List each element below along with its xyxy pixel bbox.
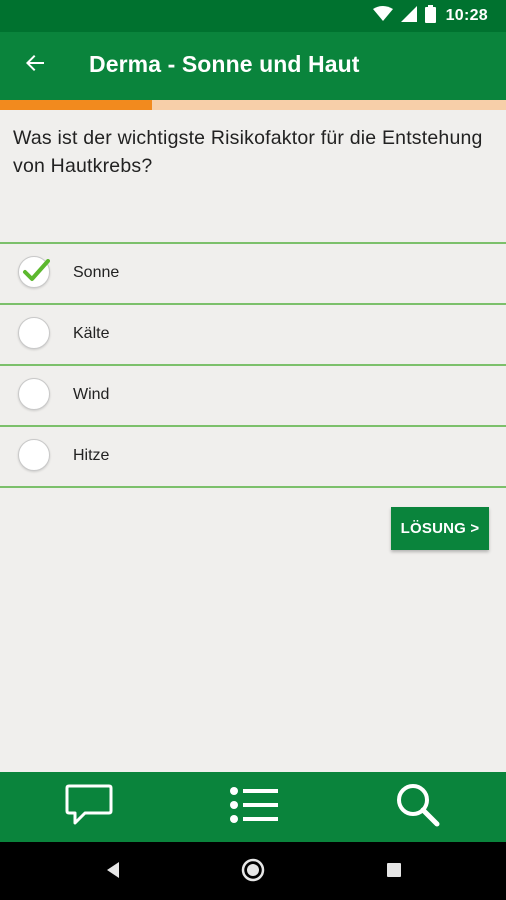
back-triangle-icon [105,861,121,884]
answer-label: Wind [73,386,110,403]
answer-label: Kälte [73,325,110,342]
answer-option[interactable]: Kälte [0,305,506,366]
answer-label: Hitze [73,447,110,464]
system-nav-bar [0,842,506,900]
recents-square-icon [386,862,402,883]
chat-icon [65,783,113,832]
bottom-nav [0,772,506,842]
signal-icon [400,5,417,27]
question-text: Was ist der wichtigste Risikofaktor für … [13,127,483,177]
answer-option[interactable]: Sonne [0,244,506,305]
system-home-button[interactable] [241,858,265,883]
arrow-left-icon [23,51,47,80]
radio-button[interactable] [18,439,50,471]
radio-button[interactable] [18,378,50,410]
checkmark-icon [23,259,50,281]
radio-button[interactable] [18,317,50,349]
status-time: 10:28 [445,7,488,24]
battery-icon [424,4,436,28]
system-back-button[interactable] [102,861,124,883]
search-button[interactable] [392,782,444,833]
wifi-icon [372,5,393,27]
system-recents-button[interactable] [383,861,405,883]
search-icon [395,782,441,833]
list-icon [229,785,279,830]
status-bar: 10:28 [0,0,506,32]
quiz-progress-bar [0,100,506,110]
quiz-progress-fill [0,100,152,110]
home-circle-icon [241,858,265,887]
radio-button-checked[interactable] [18,256,50,288]
app-bar: Derma - Sonne und Haut [0,32,506,100]
solution-button[interactable]: LÖSUNG > [391,507,489,550]
status-icons: 10:28 [372,4,488,28]
chat-button[interactable] [63,784,115,830]
answer-option[interactable]: Hitze [0,427,506,488]
back-button[interactable] [20,50,50,80]
answer-list: Sonne Kälte Wind Hitze [0,242,506,488]
list-button[interactable] [228,784,280,830]
answer-label: Sonne [73,264,120,281]
page-title: Derma - Sonne und Haut [89,51,360,77]
answer-option[interactable]: Wind [0,366,506,427]
